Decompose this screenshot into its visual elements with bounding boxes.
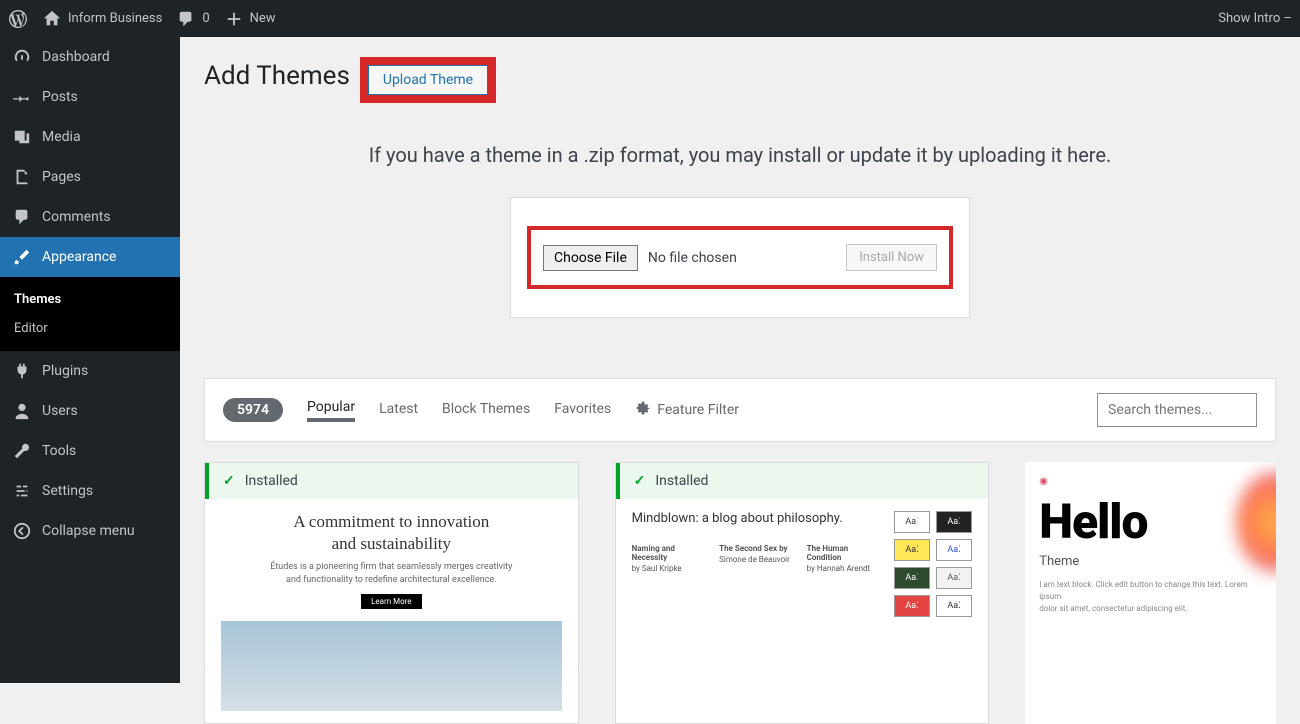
admin-sidebar: Dashboard Posts Media Pages Comments App… — [0, 37, 180, 683]
tab-latest[interactable]: Latest — [379, 401, 418, 420]
brush-icon — [12, 247, 32, 267]
style-swatches: Aa ⁚Aa ⁚ Aa ⁚Aa ⁚ Aa ⁚Aa ⁚ Aa ⁚Aa ⁚ — [894, 511, 972, 617]
plug-icon — [12, 361, 32, 381]
site-name-text: Inform Business — [68, 11, 162, 26]
preview-image — [221, 621, 562, 711]
sidebar-item-tools[interactable]: Tools — [0, 431, 180, 471]
main-content: Add Themes Upload Theme If you have a th… — [180, 37, 1300, 683]
sidebar-item-label: Collapse menu — [42, 523, 135, 539]
check-icon: ✓ — [223, 473, 235, 489]
search-themes-input[interactable] — [1097, 393, 1257, 427]
plus-icon — [224, 9, 244, 29]
themes-grid: ✓ Installed A commitment to innovation a… — [204, 462, 1276, 724]
sidebar-item-label: Appearance — [42, 249, 116, 265]
page-header: Add Themes Upload Theme — [204, 57, 1276, 103]
sidebar-item-settings[interactable]: Settings — [0, 471, 180, 511]
sidebar-item-users[interactable]: Users — [0, 391, 180, 431]
comments-count: 0 — [202, 11, 209, 26]
theme-preview: A commitment to innovation and sustainab… — [205, 499, 578, 723]
new-label: New — [250, 11, 276, 26]
show-intro-link[interactable]: Show Intro – — [1218, 11, 1292, 26]
sidebar-item-posts[interactable]: Posts — [0, 77, 180, 117]
comment-icon — [176, 9, 196, 29]
upload-panel: Choose File No file chosen Install Now — [510, 197, 970, 318]
theme-card[interactable]: ✓ Installed A commitment to innovation a… — [204, 462, 579, 724]
upload-theme-button[interactable]: Upload Theme — [368, 65, 488, 95]
sidebar-item-plugins[interactable]: Plugins — [0, 351, 180, 391]
media-icon — [12, 127, 32, 147]
theme-filter-bar: 5974 Popular Latest Block Themes Favorit… — [204, 378, 1276, 442]
submenu-themes[interactable]: Themes — [0, 285, 180, 314]
sidebar-item-appearance[interactable]: Appearance — [0, 237, 180, 277]
tab-favorites[interactable]: Favorites — [554, 401, 611, 420]
sidebar-item-comments[interactable]: Comments — [0, 197, 180, 237]
pin-icon — [12, 87, 32, 107]
sidebar-item-label: Dashboard — [42, 49, 110, 65]
sidebar-item-label: Media — [42, 129, 81, 145]
sidebar-item-dashboard[interactable]: Dashboard — [0, 37, 180, 77]
sidebar-item-label: Posts — [42, 89, 78, 105]
comment-icon — [12, 207, 32, 227]
gear-icon — [635, 400, 651, 420]
sidebar-item-label: Comments — [42, 209, 111, 225]
admin-top-bar: Inform Business 0 New Show Intro – — [0, 0, 1300, 37]
comments-link[interactable]: 0 — [176, 9, 209, 29]
wordpress-icon — [8, 9, 28, 29]
no-file-text: No file chosen — [648, 250, 836, 266]
check-icon: ✓ — [634, 473, 646, 489]
upload-theme-highlight: Upload Theme — [360, 57, 496, 103]
submenu-editor[interactable]: Editor — [0, 314, 180, 343]
tab-block-themes[interactable]: Block Themes — [442, 401, 530, 420]
new-link[interactable]: New — [224, 9, 276, 29]
sidebar-item-media[interactable]: Media — [0, 117, 180, 157]
theme-card[interactable]: ✓ Installed Mindblown: a blog about phil… — [615, 462, 990, 724]
sidebar-item-label: Settings — [42, 483, 93, 499]
upload-form-highlight: Choose File No file chosen Install Now — [527, 226, 953, 289]
wrench-icon — [12, 441, 32, 461]
theme-count-badge: 5974 — [223, 398, 283, 422]
installed-badge: ✓ Installed — [205, 463, 578, 499]
page-title: Add Themes — [204, 61, 350, 91]
feature-filter-label: Feature Filter — [657, 402, 739, 418]
sidebar-item-pages[interactable]: Pages — [0, 157, 180, 197]
settings-icon — [12, 481, 32, 501]
sidebar-item-label: Pages — [42, 169, 81, 185]
site-name-link[interactable]: Inform Business — [42, 9, 162, 29]
theme-card[interactable]: ◉ Hello Theme I am text block. Click edi… — [1025, 462, 1276, 724]
choose-file-button[interactable]: Choose File — [543, 245, 638, 271]
install-now-button[interactable]: Install Now — [846, 244, 937, 271]
collapse-icon — [12, 521, 32, 541]
theme-preview: Mindblown: a blog about philosophy. Nami… — [616, 499, 989, 629]
user-icon — [12, 401, 32, 421]
upload-help-text: If you have a theme in a .zip format, yo… — [204, 143, 1276, 167]
installed-badge: ✓ Installed — [616, 463, 989, 499]
sidebar-item-label: Tools — [42, 443, 76, 459]
feature-filter-button[interactable]: Feature Filter — [635, 400, 739, 420]
dashboard-icon — [12, 47, 32, 67]
page-icon — [12, 167, 32, 187]
elementor-icon: ◉ — [1039, 476, 1262, 487]
home-icon — [42, 9, 62, 29]
sidebar-item-label: Plugins — [42, 363, 88, 379]
tab-popular[interactable]: Popular — [307, 399, 355, 422]
sidebar-item-label: Users — [42, 403, 78, 419]
sidebar-item-collapse[interactable]: Collapse menu — [0, 511, 180, 551]
appearance-submenu: Themes Editor — [0, 277, 180, 351]
wp-logo[interactable] — [8, 9, 28, 29]
